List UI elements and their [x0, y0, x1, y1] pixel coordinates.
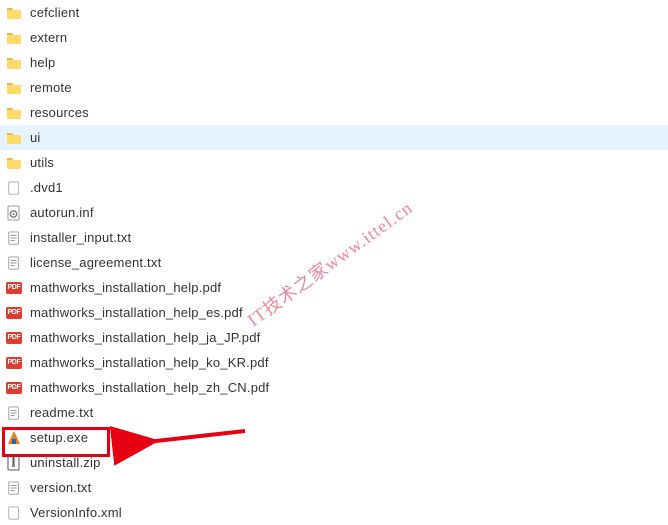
- file-name-label: mathworks_installation_help_es.pdf: [30, 305, 243, 320]
- file-row[interactable]: ui: [0, 125, 668, 150]
- file-name-label: .dvd1: [30, 180, 63, 195]
- file-name-label: mathworks_installation_help_ko_KR.pdf: [30, 355, 269, 370]
- file-name-label: resources: [30, 105, 89, 120]
- pdf-icon: PDF: [6, 380, 22, 396]
- file-name-label: ui: [30, 130, 41, 145]
- folder-icon: [6, 155, 22, 171]
- file-row[interactable]: PDF mathworks_installation_help_ko_KR.pdf: [0, 350, 668, 375]
- file-name-label: utils: [30, 155, 54, 170]
- file-row[interactable]: cefclient: [0, 0, 668, 25]
- folder-icon: [6, 30, 22, 46]
- file-name-label: extern: [30, 30, 67, 45]
- file-name-label: setup.exe: [30, 430, 88, 445]
- pdf-icon: PDF: [6, 330, 22, 346]
- folder-icon: [6, 5, 22, 21]
- file-row[interactable]: remote: [0, 75, 668, 100]
- pdf-icon: PDF: [6, 280, 22, 296]
- folder-icon: [6, 55, 22, 71]
- file-name-label: mathworks_installation_help.pdf: [30, 280, 221, 295]
- file-row[interactable]: version.txt: [0, 475, 668, 500]
- file-row[interactable]: PDF mathworks_installation_help_ja_JP.pdf: [0, 325, 668, 350]
- folder-icon: [6, 130, 22, 146]
- file-name-label: installer_input.txt: [30, 230, 131, 245]
- file-name-label: uninstall.zip: [30, 455, 101, 470]
- file-row[interactable]: resources: [0, 100, 668, 125]
- text-file-icon: [6, 255, 22, 271]
- file-row[interactable]: .dvd1: [0, 175, 668, 200]
- file-name-label: remote: [30, 80, 72, 95]
- file-row[interactable]: autorun.inf: [0, 200, 668, 225]
- file-row[interactable]: setup.exe: [0, 425, 668, 450]
- file-row[interactable]: extern: [0, 25, 668, 50]
- folder-icon: [6, 80, 22, 96]
- inf-file-icon: [6, 205, 22, 221]
- file-name-label: cefclient: [30, 5, 80, 20]
- file-row[interactable]: help: [0, 50, 668, 75]
- file-name-label: license_agreement.txt: [30, 255, 161, 270]
- file-name-label: mathworks_installation_help_ja_JP.pdf: [30, 330, 260, 345]
- file-row[interactable]: installer_input.txt: [0, 225, 668, 250]
- zip-file-icon: [6, 455, 22, 471]
- file-row[interactable]: PDF mathworks_installation_help_zh_CN.pdf: [0, 375, 668, 400]
- file-row[interactable]: license_agreement.txt: [0, 250, 668, 275]
- generic-file-icon: [6, 505, 22, 521]
- text-file-icon: [6, 230, 22, 246]
- pdf-icon: PDF: [6, 355, 22, 371]
- generic-file-icon: [6, 180, 22, 196]
- folder-icon: [6, 105, 22, 121]
- file-row[interactable]: readme.txt: [0, 400, 668, 425]
- pdf-icon: PDF: [6, 305, 22, 321]
- text-file-icon: [6, 480, 22, 496]
- file-name-label: readme.txt: [30, 405, 93, 420]
- file-row[interactable]: PDF mathworks_installation_help.pdf: [0, 275, 668, 300]
- file-row[interactable]: uninstall.zip: [0, 450, 668, 475]
- file-name-label: help: [30, 55, 55, 70]
- file-name-label: version.txt: [30, 480, 91, 495]
- file-name-label: autorun.inf: [30, 205, 94, 220]
- file-name-label: VersionInfo.xml: [30, 505, 122, 520]
- file-name-label: mathworks_installation_help_zh_CN.pdf: [30, 380, 269, 395]
- file-row[interactable]: utils: [0, 150, 668, 175]
- exe-file-icon: [6, 430, 22, 446]
- file-row[interactable]: PDF mathworks_installation_help_es.pdf: [0, 300, 668, 325]
- file-list: cefclient extern help remote resources ui util…: [0, 0, 668, 525]
- text-file-icon: [6, 405, 22, 421]
- file-row[interactable]: VersionInfo.xml: [0, 500, 668, 525]
